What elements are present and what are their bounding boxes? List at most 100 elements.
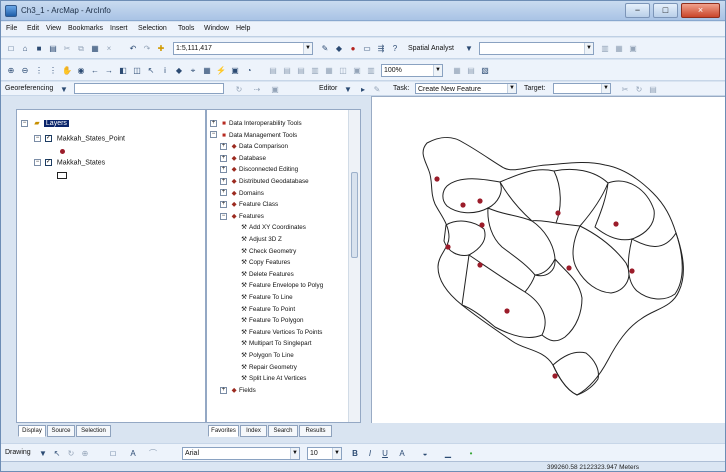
fixed-zoom-in-icon[interactable]: ⋮ — [33, 64, 45, 76]
fixed-zoom-out-icon[interactable]: ⋮ — [47, 64, 59, 76]
state-point-marker[interactable] — [445, 244, 451, 250]
spatial-layer-combobox[interactable]: ▼ — [479, 42, 594, 55]
georeferencing-dropdown-icon[interactable]: ▼ — [58, 83, 70, 94]
measure-icon[interactable]: ▦ — [201, 64, 213, 76]
toolbox-toolset-node[interactable]: + ◆ Disconnected Editing — [207, 165, 298, 175]
what-is-this-icon[interactable]: ? — [389, 42, 401, 54]
expand-icon[interactable]: + — [220, 201, 227, 209]
menu-help[interactable]: Help — [236, 25, 250, 32]
toolbox-tool-node[interactable]: ⚒ Feature Envelope to Polyg — [207, 281, 323, 291]
command-line-icon[interactable]: ▭ — [361, 42, 373, 54]
menu-bookmarks[interactable]: Bookmarks — [68, 25, 103, 32]
new-document-icon[interactable]: □ — [5, 42, 17, 54]
zoom-out-icon[interactable]: ⊖ — [19, 64, 31, 76]
italic-icon[interactable]: I — [364, 447, 376, 459]
fit-display-icon[interactable]: ▣ — [269, 83, 281, 94]
clear-selection-icon[interactable]: ◫ — [131, 64, 143, 76]
arccatalog-icon[interactable]: ◆ — [333, 42, 345, 54]
select-elements-icon[interactable]: ↖ — [145, 64, 157, 76]
split-tool-icon[interactable]: ✂ — [619, 83, 631, 94]
table-icon[interactable]: ▦ — [613, 42, 625, 54]
expand-icon[interactable]: + — [220, 386, 227, 394]
close-button[interactable]: × — [681, 3, 720, 18]
toolbox-tool-node[interactable]: ⚒ Split Line At Vertices — [207, 374, 306, 384]
expand-icon[interactable]: + — [220, 177, 227, 185]
map-scale-combobox[interactable]: 1:5,111,417 ▼ — [173, 42, 313, 55]
collapse-layers-icon[interactable]: − — [21, 119, 28, 127]
toolbox-tool-node[interactable]: ⚒ Feature To Line — [207, 293, 292, 303]
rotate-tool-icon[interactable]: ↻ — [633, 83, 645, 94]
toolbox-tool-node[interactable]: ⚒ Adjust 3D Z — [207, 235, 282, 245]
expand-icon[interactable]: + — [220, 143, 227, 151]
print-icon[interactable]: ▤ — [47, 42, 59, 54]
menu-file[interactable]: File — [6, 25, 17, 32]
next-extent-icon[interactable]: → — [103, 64, 115, 76]
tab-favorites[interactable]: Favorites — [208, 425, 239, 437]
marker-color-icon[interactable]: • — [465, 447, 477, 459]
state-point-marker[interactable] — [504, 308, 510, 314]
layer-makkah-states[interactable]: − ✓ Makkah_States — [34, 159, 105, 166]
underline-icon[interactable]: U — [379, 447, 391, 459]
map-view[interactable] — [371, 96, 725, 423]
go-to-xy-icon[interactable]: ⌖ — [187, 64, 199, 76]
hyperlink-icon[interactable]: ⚡ — [215, 64, 227, 76]
arctoolbox-icon[interactable]: ● — [347, 42, 359, 54]
toolbox-tool-node[interactable]: ⚒ Polygon To Line — [207, 351, 294, 361]
html-popup-icon[interactable]: ▣ — [229, 64, 241, 76]
refresh-icon[interactable]: ◫ — [337, 64, 349, 76]
toolbox-tool-node[interactable]: ⚒ Copy Features — [207, 258, 290, 268]
task-combobox[interactable]: Create New Feature ▼ — [415, 83, 517, 94]
menu-insert[interactable]: Insert — [110, 25, 128, 32]
undo-icon[interactable]: ↶ — [127, 42, 139, 54]
toolbox-toolset-node[interactable]: − ■ Data Management Tools — [207, 131, 297, 141]
zoom-drawing-icon[interactable]: ⊕ — [79, 447, 91, 459]
rectangle-icon[interactable]: □ — [107, 447, 119, 459]
select-features-icon[interactable]: ◧ — [117, 64, 129, 76]
state-point-marker[interactable] — [477, 198, 483, 204]
page-layout-icon[interactable]: ▦ — [323, 64, 335, 76]
expand-icon[interactable]: + — [220, 166, 227, 174]
rotate-drawing-icon[interactable]: ↻ — [65, 447, 77, 459]
georeference-layer-combobox[interactable] — [74, 83, 224, 94]
layers-root-node[interactable]: − ▰ Layers — [21, 119, 69, 127]
find-icon[interactable]: ◆ — [173, 64, 185, 76]
collapse-point-layer-icon[interactable]: − — [34, 135, 41, 142]
fill-color-icon[interactable]: ◒ — [419, 447, 431, 459]
cut-icon[interactable]: ✂ — [61, 42, 73, 54]
copy-icon[interactable]: ⧉ — [75, 42, 87, 54]
collapse-icon[interactable]: − — [220, 212, 227, 220]
toolbox-toolset-node[interactable]: + ◆ Feature Class — [207, 200, 278, 210]
toolbox-toolset-node[interactable]: + ◆ Data Comparison — [207, 142, 288, 152]
collapse-polygon-layer-icon[interactable]: − — [34, 159, 41, 166]
makkah-map[interactable] — [372, 97, 726, 424]
zoom-in-icon[interactable]: ⊕ — [5, 64, 17, 76]
open-folder-icon[interactable]: ⌂ — [19, 42, 31, 54]
font-size-dropdown-icon[interactable]: ▼ — [332, 448, 341, 459]
histogram-icon[interactable]: ▥ — [599, 42, 611, 54]
minimize-button[interactable]: − — [625, 3, 650, 18]
target-combobox[interactable]: ▼ — [553, 83, 611, 94]
task-dropdown-icon[interactable]: ▼ — [507, 84, 516, 93]
spatial-analyst-dropdown-icon[interactable]: ▼ — [463, 42, 475, 54]
toolbox-tool-node[interactable]: ⚒ Feature To Polygon — [207, 316, 303, 326]
change-layout-icon[interactable]: ▤ — [465, 64, 477, 76]
tab-selection[interactable]: Selection — [76, 425, 111, 437]
model-builder-icon[interactable]: ⇶ — [375, 42, 387, 54]
expand-icon[interactable]: + — [220, 189, 227, 197]
collapse-icon[interactable]: − — [210, 131, 217, 139]
state-point-marker[interactable] — [566, 265, 572, 271]
state-point-marker[interactable] — [555, 210, 561, 216]
edit-tool-icon[interactable]: ▸ — [357, 83, 369, 94]
editor-toolbar-icon[interactable]: ✎ — [319, 42, 331, 54]
tab-search[interactable]: Search — [268, 425, 298, 437]
expand-icon[interactable]: + — [210, 119, 217, 127]
toolbox-tool-node[interactable]: ⚒ Check Geometry — [207, 247, 296, 257]
polygon-layer-checkbox[interactable]: ✓ — [44, 159, 52, 166]
bold-icon[interactable]: B — [349, 447, 361, 459]
target-dropdown-icon[interactable]: ▼ — [601, 84, 610, 93]
scale-dropdown-icon[interactable]: ▼ — [303, 43, 312, 54]
delete-icon[interactable]: × — [103, 42, 115, 54]
editor-dropdown-icon[interactable]: ▼ — [342, 83, 354, 94]
draft-mode-icon[interactable]: ▥ — [365, 64, 377, 76]
state-point-marker[interactable] — [629, 268, 635, 274]
